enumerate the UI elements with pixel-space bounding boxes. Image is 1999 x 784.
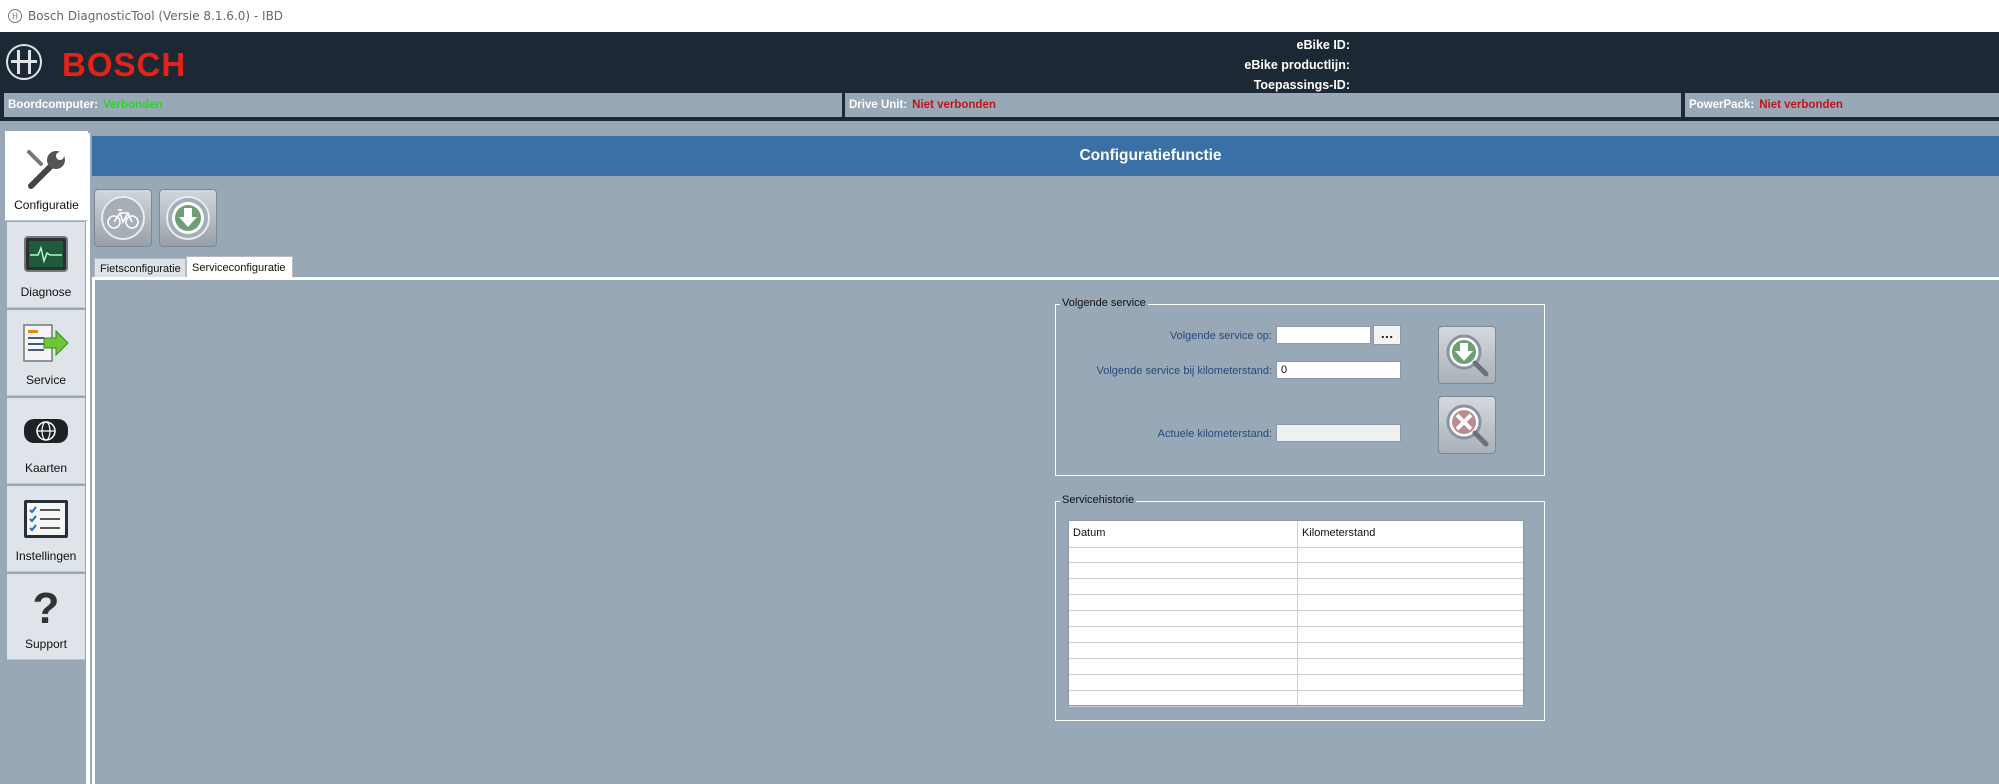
bosch-logo-text: BOSCH (62, 46, 187, 83)
table-row[interactable] (1069, 659, 1523, 675)
download-magnifier-icon (1446, 334, 1489, 377)
download-icon (166, 196, 210, 240)
service-history-table[interactable]: Datum Kilometerstand (1068, 520, 1524, 707)
table-row[interactable] (1069, 675, 1523, 691)
table-row[interactable] (1069, 691, 1523, 707)
sidebar-item-configuratie[interactable]: Configuratie (5, 131, 88, 221)
table-row[interactable] (1069, 643, 1523, 659)
current-km-input (1276, 424, 1401, 442)
next-service-date-label: Volgende service op: (1169, 330, 1272, 342)
globe-icon (24, 419, 68, 443)
next-service-km-label: Volgende service bij kilometerstand: (1096, 365, 1272, 377)
window-title: Bosch DiagnosticTool (Versie 8.1.6.0) - … (28, 9, 284, 23)
ebike-info: eBike ID: eBike productlijn: Toepassings… (1190, 35, 1350, 95)
status-boardcomputer: Boordcomputer: Verbonden (4, 93, 842, 117)
table-row[interactable] (1069, 627, 1523, 643)
next-service-date-input[interactable] (1276, 326, 1371, 344)
window-title-bar: H Bosch DiagnosticTool (Versie 8.1.6.0) … (0, 0, 1999, 32)
status-boardcomputer-value: Verbonden (103, 99, 163, 111)
service-config-panel (92, 277, 1999, 784)
date-picker-button[interactable]: ... (1373, 325, 1401, 345)
sidebar-item-label: Configuratie (14, 198, 79, 212)
app-header: BOSCH eBike ID: eBike productlijn: Toepa… (0, 32, 1999, 93)
column-header-datum[interactable]: Datum (1073, 527, 1105, 539)
column-header-kilometerstand[interactable]: Kilometerstand (1302, 527, 1375, 539)
table-row[interactable] (1069, 579, 1523, 595)
table-row[interactable] (1069, 563, 1523, 579)
sidebar-item-diagnose[interactable]: Diagnose (7, 222, 85, 308)
application-id-label: Toepassings-ID: (1253, 78, 1350, 92)
ebike-productline-label: eBike productlijn: (1244, 58, 1350, 72)
sidebar-item-label: Kaarten (24, 461, 68, 475)
sidebar-item-support[interactable]: ? Support (7, 574, 85, 660)
question-icon: ? (33, 585, 60, 631)
service-arrow-icon (23, 324, 69, 362)
ebike-id-label: eBike ID: (1296, 38, 1351, 52)
table-row[interactable] (1069, 595, 1523, 611)
sidebar-item-label: Instellingen (15, 549, 77, 563)
next-service-km-input[interactable] (1276, 361, 1401, 379)
bicycle-icon (101, 196, 145, 240)
tab-fietsconfiguratie[interactable]: Fietsconfiguratie (94, 258, 186, 278)
sidebar-item-service[interactable]: Service (7, 310, 85, 396)
monitor-pulse-icon (24, 236, 68, 272)
wrench-icon (26, 150, 65, 189)
status-powerpack-value: Niet verbonden (1759, 99, 1843, 111)
sidebar-item-label: Service (25, 373, 66, 387)
table-header (1069, 521, 1523, 548)
save-service-button[interactable] (1438, 326, 1496, 384)
table-row[interactable] (1069, 547, 1523, 563)
sidebar-item-instellingen[interactable]: Instellingen (7, 486, 85, 572)
page-title: Configuratiefunctie (92, 136, 1999, 176)
sidebar-item-label: Diagnose (20, 285, 72, 299)
sidebar-item-kaarten[interactable]: Kaarten (7, 398, 85, 484)
status-powerpack: PowerPack: Niet verbonden (1685, 93, 1999, 117)
connection-status-bar: Boordcomputer: Verbonden Drive Unit: Nie… (0, 93, 1999, 121)
bosch-app-icon: H (8, 9, 22, 23)
status-drive-unit-value: Niet verbonden (912, 99, 996, 111)
tab-serviceconfiguratie[interactable]: Serviceconfiguratie (186, 256, 293, 278)
current-km-label: Actuele kilometerstand: (1157, 428, 1272, 440)
svg-text:?: ? (33, 585, 60, 631)
delete-service-button[interactable] (1438, 396, 1496, 454)
bike-config-button[interactable] (94, 189, 152, 247)
bosch-logo-icon (6, 44, 42, 80)
delete-magnifier-icon (1446, 404, 1489, 447)
table-row[interactable] (1069, 611, 1523, 627)
checklist-icon (24, 500, 68, 538)
sidebar-item-label: Support (24, 637, 68, 651)
download-config-button[interactable] (159, 189, 217, 247)
status-drive-unit: Drive Unit: Niet verbonden (845, 93, 1681, 117)
